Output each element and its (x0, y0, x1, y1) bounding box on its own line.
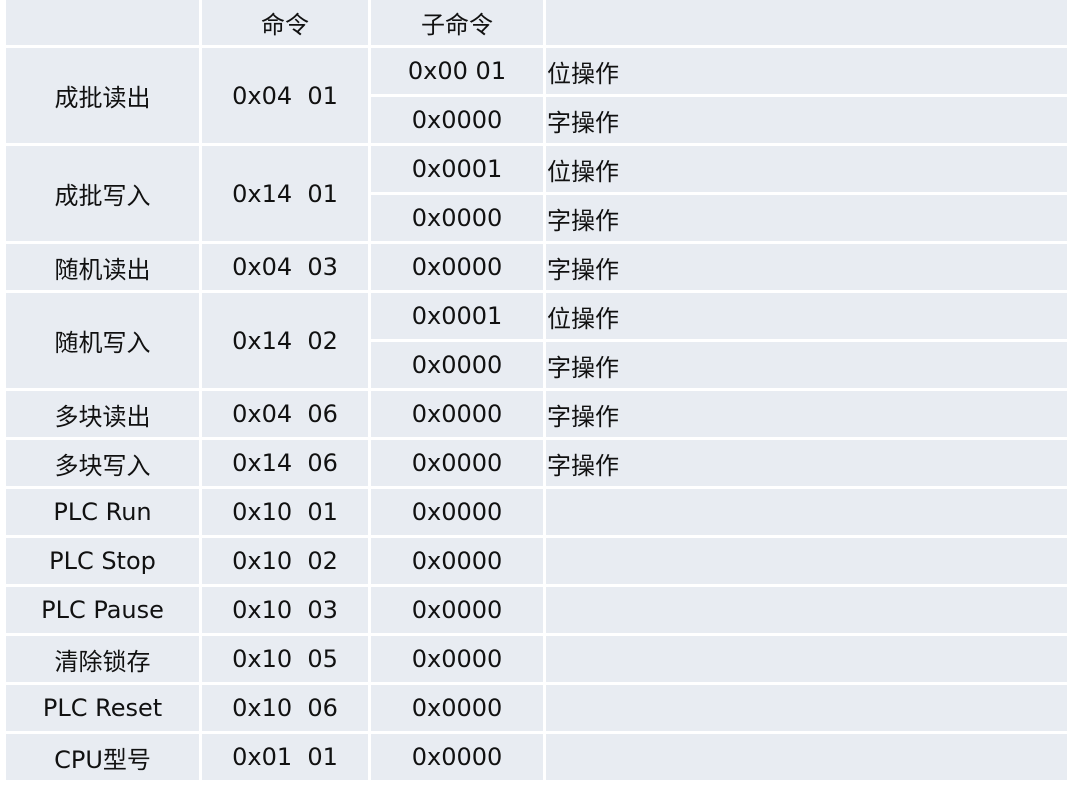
operation-note-cell (546, 538, 1067, 584)
subcommand-cell: 0x0001 (371, 293, 543, 339)
operation-note-cell: 字操作 (546, 440, 1067, 486)
table-row: PLC Stop 0x10 02 0x0000 (6, 538, 1067, 584)
subcommand-cell: 0x0000 (371, 636, 543, 682)
command-code-cell: 0x10 01 (202, 489, 368, 535)
header-subcommand: 子命令 (371, 0, 543, 45)
table-row: 随机写入 0x14 02 0x0001 位操作 (6, 293, 1067, 388)
command-code-cell: 0x14 06 (202, 440, 368, 486)
subcommand-cell: 0x0000 (371, 489, 543, 535)
command-name-cell: PLC Run (6, 489, 199, 535)
command-code-cell: 0x01 01 (202, 734, 368, 780)
operation-note-cell: 字操作 (546, 97, 1067, 143)
command-name-cell: 多块写入 (6, 440, 199, 486)
command-table-container: 命令 子命令 成批读出 0x04 01 0x00 01 位操作 0x0000 字操作 成批写… (6, 0, 1070, 783)
command-table-body: 命令 子命令 成批读出 0x04 01 0x00 01 位操作 0x0000 字操作 成批写… (6, 0, 1067, 780)
command-name-cell: 成批写入 (6, 146, 199, 241)
operation-note-cell: 字操作 (546, 244, 1067, 290)
subcommand-cell: 0x0000 (371, 97, 543, 143)
operation-note-cell: 字操作 (546, 342, 1067, 388)
command-name-cell: 清除锁存 (6, 636, 199, 682)
table-row: 清除锁存 0x10 05 0x0000 (6, 636, 1067, 682)
command-code-cell: 0x14 01 (202, 146, 368, 241)
operation-note-cell (546, 587, 1067, 633)
subcommand-cell: 0x00 01 (371, 48, 543, 94)
table-row: 多块写入 0x14 06 0x0000 字操作 (6, 440, 1067, 486)
table-header-row: 命令 子命令 (6, 0, 1067, 45)
subcommand-cell: 0x0000 (371, 440, 543, 486)
command-code-cell: 0x04 03 (202, 244, 368, 290)
command-code-cell: 0x04 01 (202, 48, 368, 143)
command-name-cell: PLC Reset (6, 685, 199, 731)
subcommand-cell: 0x0001 (371, 146, 543, 192)
table-row: 成批读出 0x04 01 0x00 01 位操作 (6, 48, 1067, 143)
command-name-cell: PLC Stop (6, 538, 199, 584)
subcommand-cell: 0x0000 (371, 195, 543, 241)
table-row: PLC Run 0x10 01 0x0000 (6, 489, 1067, 535)
command-code-cell: 0x14 02 (202, 293, 368, 388)
operation-note-cell: 字操作 (546, 391, 1067, 437)
command-name-cell: 成批读出 (6, 48, 199, 143)
table-row: CPU型号 0x01 01 0x0000 (6, 734, 1067, 780)
subcommand-cell: 0x0000 (371, 342, 543, 388)
subcommand-cell: 0x0000 (371, 587, 543, 633)
subcommand-cell: 0x0000 (371, 538, 543, 584)
command-code-cell: 0x04 06 (202, 391, 368, 437)
subcommand-cell: 0x0000 (371, 391, 543, 437)
operation-note-cell (546, 489, 1067, 535)
table-row: 多块读出 0x04 06 0x0000 字操作 (6, 391, 1067, 437)
operation-note-cell (546, 734, 1067, 780)
subcommand-cell: 0x0000 (371, 244, 543, 290)
header-note (546, 0, 1067, 45)
command-code-cell: 0x10 06 (202, 685, 368, 731)
table-row: PLC Reset 0x10 06 0x0000 (6, 685, 1067, 731)
header-name (6, 0, 199, 45)
command-name-cell: 随机写入 (6, 293, 199, 388)
command-name-cell: CPU型号 (6, 734, 199, 780)
table-row: PLC Pause 0x10 03 0x0000 (6, 587, 1067, 633)
operation-note-cell: 位操作 (546, 293, 1067, 339)
command-name-cell: 多块读出 (6, 391, 199, 437)
subcommand-cell: 0x0000 (371, 685, 543, 731)
command-name-cell: 随机读出 (6, 244, 199, 290)
operation-note-cell: 位操作 (546, 146, 1067, 192)
operation-note-cell (546, 636, 1067, 682)
subcommand-cell: 0x0000 (371, 734, 543, 780)
header-command: 命令 (202, 0, 368, 45)
operation-note-cell: 位操作 (546, 48, 1067, 94)
command-code-cell: 0x10 02 (202, 538, 368, 584)
operation-note-cell (546, 685, 1067, 731)
table-row: 随机读出 0x04 03 0x0000 字操作 (6, 244, 1067, 290)
operation-note-cell: 字操作 (546, 195, 1067, 241)
command-code-cell: 0x10 03 (202, 587, 368, 633)
command-table: 命令 子命令 成批读出 0x04 01 0x00 01 位操作 0x0000 字操作 成批写… (3, 0, 1070, 783)
command-name-cell: PLC Pause (6, 587, 199, 633)
command-code-cell: 0x10 05 (202, 636, 368, 682)
table-row: 成批写入 0x14 01 0x0001 位操作 (6, 146, 1067, 241)
